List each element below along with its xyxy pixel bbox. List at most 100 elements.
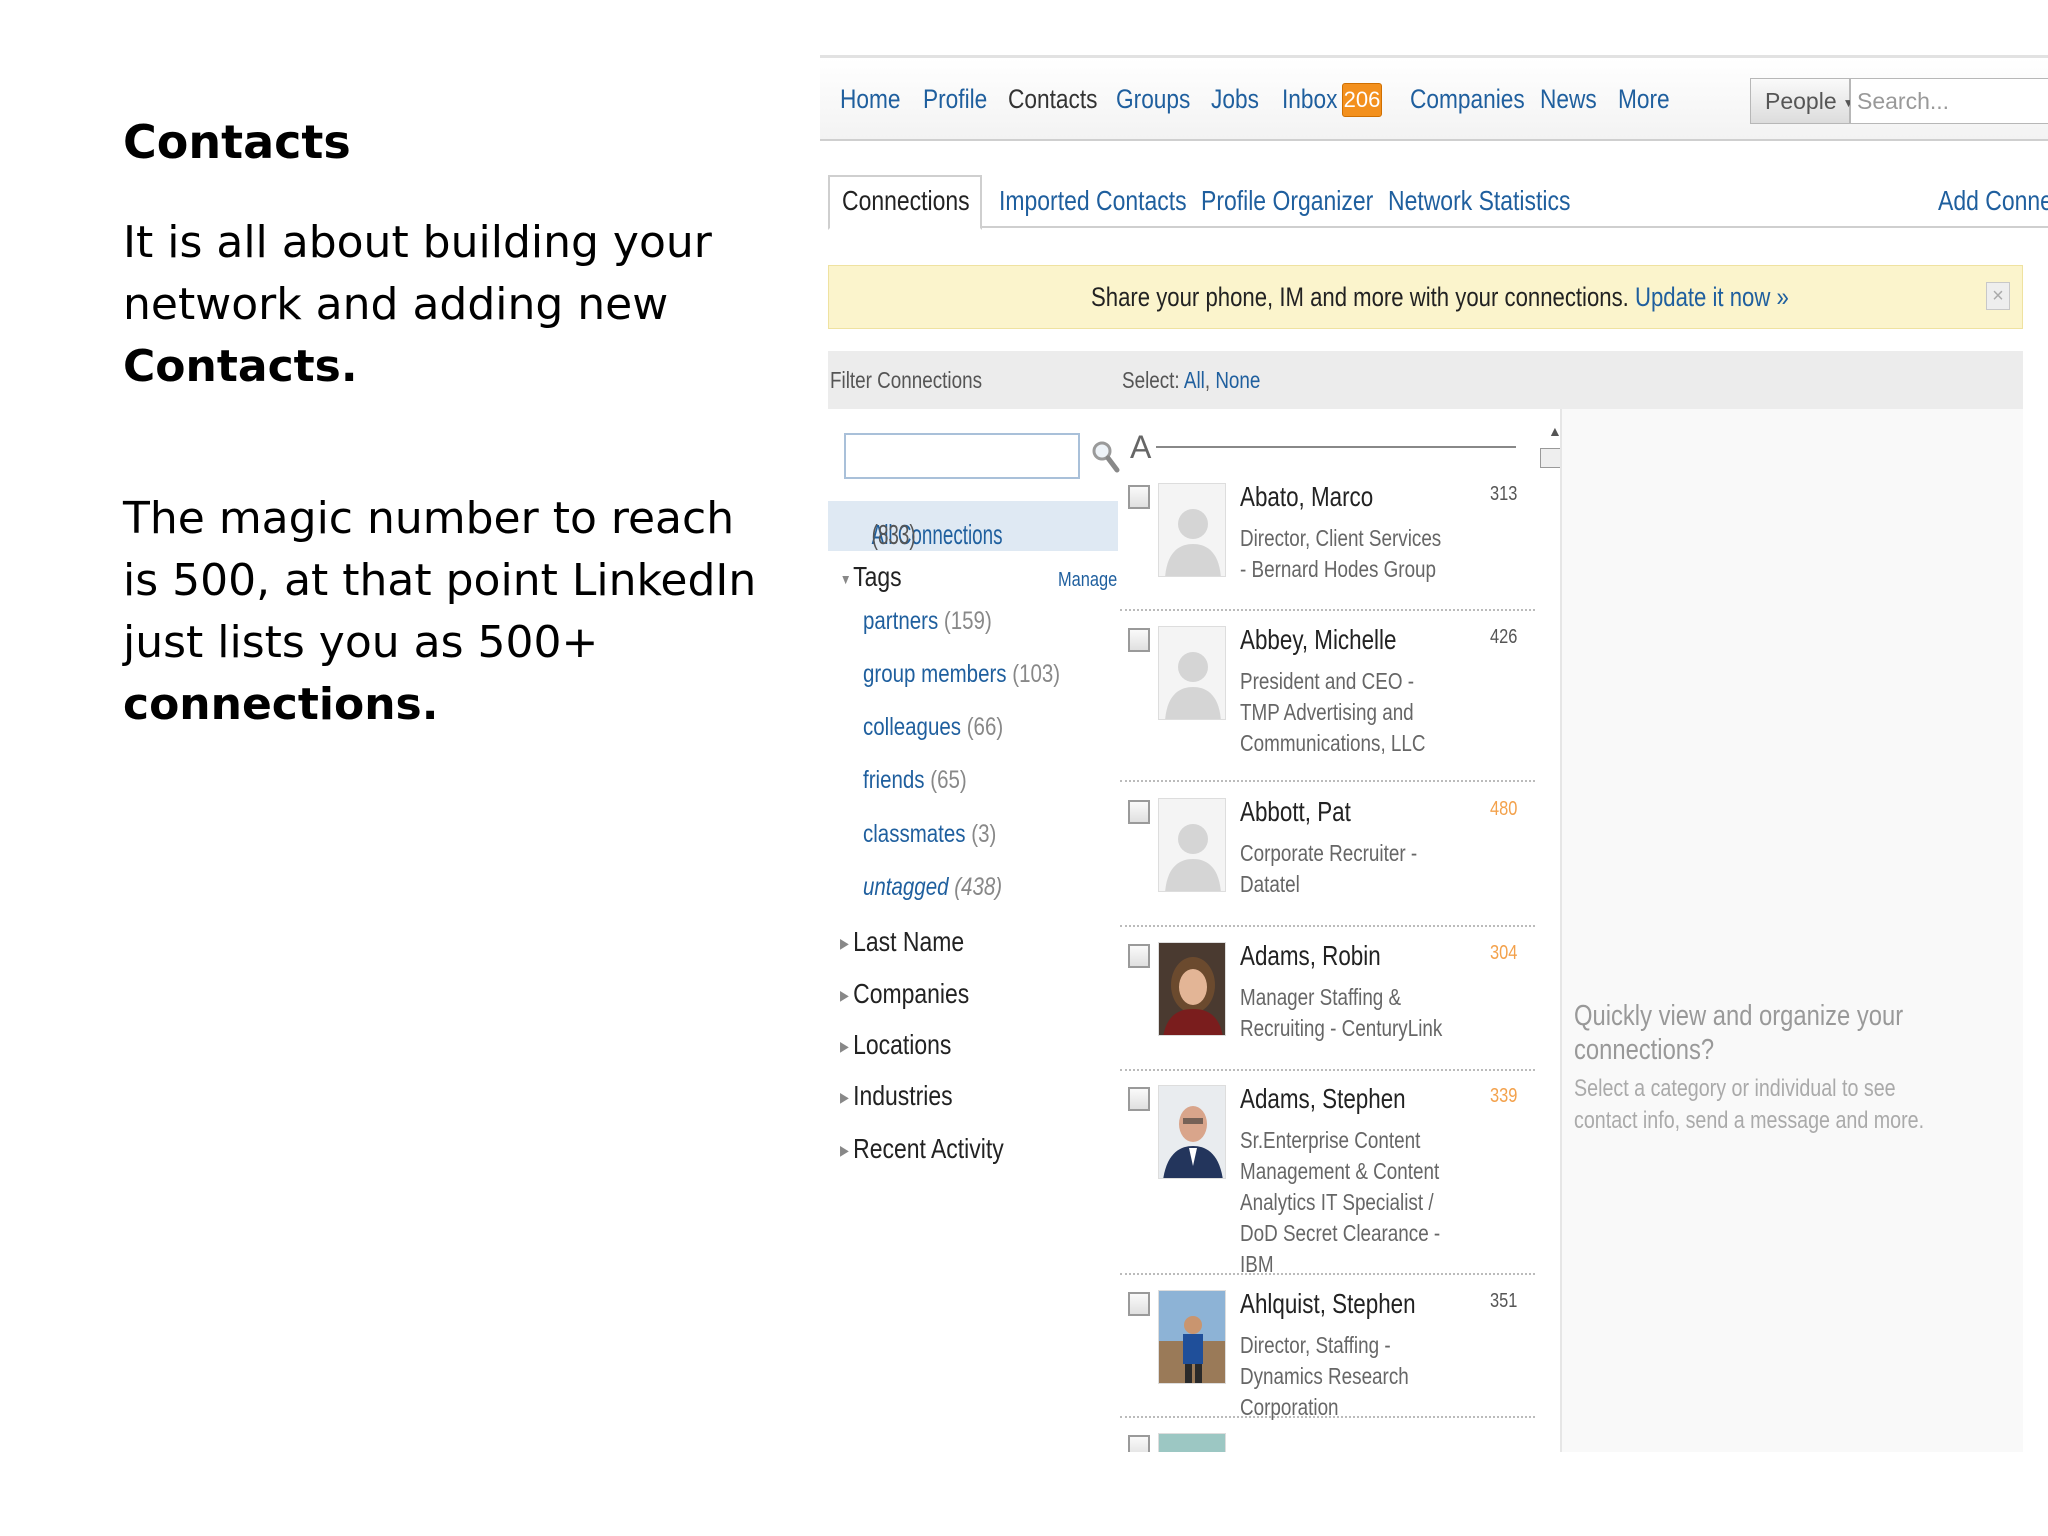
- triangle-right-icon: ▶: [840, 1089, 849, 1106]
- connection-name[interactable]: Ahlquist, Stephen: [1240, 1288, 1416, 1320]
- connection-row[interactable]: Abato, Marco Director, Client Services -…: [1120, 475, 1535, 611]
- tag-count: (3): [971, 820, 997, 848]
- update-now-link[interactable]: Update it now »: [1635, 282, 1789, 312]
- connection-row[interactable]: Adams, Stephen Sr.Enterprise Content Man…: [1120, 1077, 1535, 1277]
- filter-sidebar: All Connections (833) ▼Tags Manage partn…: [828, 409, 1120, 1452]
- inbox-count-badge[interactable]: 206: [1342, 83, 1382, 117]
- nav-contacts[interactable]: Contacts: [1008, 84, 1098, 115]
- tag-untagged[interactable]: untagged (438): [863, 873, 1002, 902]
- select-checkbox[interactable]: [1128, 1087, 1150, 1111]
- paragraph-2-text: The magic number to reach is 500, at tha…: [123, 493, 757, 668]
- avatar-placeholder[interactable]: [1158, 798, 1226, 892]
- all-connections-filter[interactable]: All Connections (833): [828, 501, 1118, 551]
- tag-group-members[interactable]: group members (103): [863, 660, 1060, 689]
- filter-connections-label: Filter Connections: [830, 367, 982, 393]
- connection-count: 351: [1490, 1290, 1518, 1312]
- connection-row[interactable]: Abbey, Michelle President and CEO - TMP …: [1120, 618, 1535, 782]
- tag-label: classmates: [863, 820, 966, 848]
- triangle-right-icon: ▶: [840, 1038, 849, 1055]
- slide-paragraph-2: The magic number to reach is 500, at tha…: [123, 488, 763, 736]
- connection-name[interactable]: Abato, Marco: [1240, 481, 1373, 513]
- people-search-dropdown[interactable]: People ▼: [1750, 78, 1855, 124]
- connection-name[interactable]: Abbey, Michelle: [1240, 624, 1396, 656]
- nav-home[interactable]: Home: [840, 84, 901, 115]
- connection-list: A Abato, Marco Director, Client Services…: [1120, 409, 1535, 1452]
- connection-name[interactable]: Abbott, Pat: [1240, 796, 1351, 828]
- triangle-right-icon: ▶: [840, 987, 849, 1004]
- facet-last-name[interactable]: ▶ Last Name: [840, 926, 964, 958]
- connection-name[interactable]: Adams, Robin: [1240, 940, 1381, 972]
- connection-row-partial[interactable]: [1120, 1425, 1535, 1452]
- tab-imported-contacts[interactable]: Imported Contacts: [999, 185, 1187, 217]
- facet-recent-activity[interactable]: ▶ Recent Activity: [840, 1133, 1004, 1165]
- tab-network-statistics[interactable]: Network Statistics: [1388, 185, 1570, 217]
- tag-partners[interactable]: partners (159): [863, 607, 992, 636]
- nav-inbox[interactable]: Inbox: [1282, 84, 1337, 115]
- detail-pane: Quickly view and organize your connectio…: [1560, 409, 2023, 1452]
- select-checkbox[interactable]: [1128, 1435, 1150, 1452]
- tag-label: colleagues: [863, 713, 962, 741]
- tab-connections[interactable]: Connections: [842, 185, 970, 217]
- slide-paragraph-1: It is all about building your network an…: [123, 212, 763, 398]
- connection-row[interactable]: Abbott, Pat Corporate Recruiter - Datate…: [1120, 790, 1535, 927]
- nav-news[interactable]: News: [1540, 84, 1597, 115]
- select-checkbox[interactable]: [1128, 944, 1150, 968]
- connection-count: 304: [1490, 942, 1518, 964]
- select-none-link[interactable]: None: [1215, 367, 1260, 393]
- tag-label: partners: [863, 607, 939, 635]
- tag-count: (66): [966, 713, 1004, 741]
- slide-title: Contacts: [123, 115, 351, 169]
- facet-industries[interactable]: ▶ Industries: [840, 1080, 953, 1112]
- facet-label: Recent Activity: [853, 1133, 1004, 1164]
- select-checkbox[interactable]: [1128, 628, 1150, 652]
- avatar-placeholder[interactable]: [1158, 483, 1226, 577]
- connection-title: President and CEO - TMP Advertising and …: [1240, 668, 1426, 756]
- select-label: Select:: [1122, 367, 1180, 393]
- avatar-placeholder[interactable]: [1158, 626, 1226, 720]
- tags-section-toggle[interactable]: ▼Tags: [840, 561, 902, 593]
- detail-pane-hint: Select a category or individual to see c…: [1574, 1075, 1925, 1134]
- select-checkbox[interactable]: [1128, 485, 1150, 509]
- magnifier-icon[interactable]: [1090, 439, 1120, 473]
- nav-more[interactable]: More: [1618, 84, 1670, 115]
- connection-count: 480: [1490, 798, 1518, 820]
- tab-profile-organizer[interactable]: Profile Organizer: [1201, 185, 1373, 217]
- facet-companies[interactable]: ▶ Companies: [840, 978, 969, 1010]
- nav-jobs[interactable]: Jobs: [1211, 84, 1259, 115]
- connection-title: Director, Staffing - Dynamics Research C…: [1240, 1332, 1409, 1420]
- connection-row[interactable]: Adams, Robin Manager Staffing & Recruiti…: [1120, 934, 1535, 1071]
- triangle-right-icon: ▶: [840, 935, 849, 952]
- tab-add-connections[interactable]: Add Connec: [1938, 185, 2048, 217]
- search-input[interactable]: Search...: [1850, 78, 2048, 124]
- connection-title: Sr.Enterprise Content Management & Conte…: [1240, 1127, 1441, 1277]
- select-checkbox[interactable]: [1128, 800, 1150, 824]
- connection-count: 339: [1490, 1085, 1518, 1107]
- connection-row[interactable]: Ahlquist, Stephen Director, Staffing - D…: [1120, 1282, 1535, 1420]
- select-all-link[interactable]: All: [1184, 367, 1205, 393]
- avatar-photo[interactable]: [1158, 1433, 1226, 1452]
- update-banner: Share your phone, IM and more with your …: [828, 265, 2023, 329]
- nav-profile[interactable]: Profile: [923, 84, 987, 115]
- nav-companies[interactable]: Companies: [1410, 84, 1525, 115]
- scrollbar-handle[interactable]: [1540, 448, 1562, 468]
- manage-tags-link[interactable]: Manage: [1058, 569, 1117, 592]
- triangle-right-icon: ▶: [840, 1142, 849, 1159]
- select-checkbox[interactable]: [1128, 1292, 1150, 1316]
- tag-friends[interactable]: friends (65): [863, 766, 967, 795]
- nav-groups[interactable]: Groups: [1116, 84, 1190, 115]
- tag-classmates[interactable]: classmates (3): [863, 820, 996, 849]
- close-icon[interactable]: ×: [1986, 282, 2010, 310]
- people-label: People: [1765, 88, 1837, 114]
- avatar-photo[interactable]: [1158, 1290, 1226, 1384]
- facet-locations[interactable]: ▶ Locations: [840, 1029, 951, 1061]
- avatar-photo[interactable]: [1158, 1085, 1226, 1179]
- tag-label: group members: [863, 660, 1007, 688]
- tag-colleagues[interactable]: colleagues (66): [863, 713, 1003, 742]
- linkedin-screenshot: Home Profile Contacts Groups Jobs Inbox …: [820, 55, 2048, 1452]
- select-controls: Select: All, None: [1122, 367, 1261, 393]
- filter-search-input[interactable]: [844, 433, 1080, 479]
- paragraph-1-text: It is all about building your network an…: [123, 217, 712, 330]
- avatar-photo[interactable]: [1158, 942, 1226, 1036]
- connection-name[interactable]: Adams, Stephen: [1240, 1083, 1406, 1115]
- paragraph-1-bold: Contacts.: [123, 341, 358, 392]
